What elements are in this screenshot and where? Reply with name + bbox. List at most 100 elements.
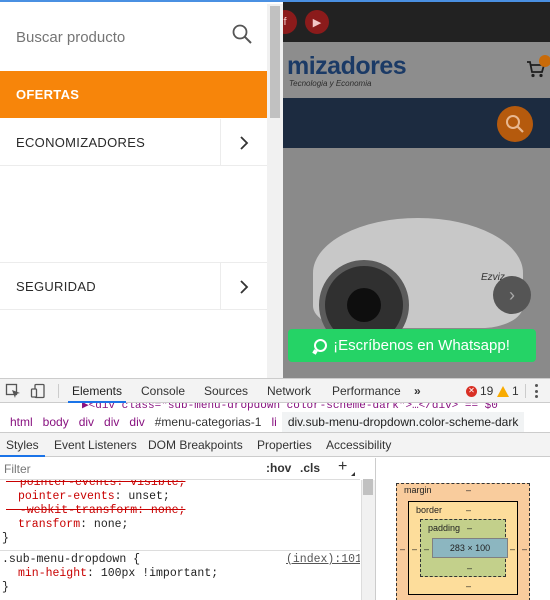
styles-filter-input[interactable]	[0, 459, 258, 478]
search-icon	[506, 115, 524, 133]
mobile-menu-panel: OFERTAS ECONOMIZADORES SEGURIDAD	[0, 2, 283, 378]
chevron-right-icon	[240, 135, 249, 150]
menu-item-label: ECONOMIZADORES	[16, 134, 146, 150]
warning-count: 1	[512, 384, 519, 398]
submenu-toggle[interactable]	[220, 119, 267, 166]
error-count: 19	[480, 384, 494, 398]
border-left-value[interactable]: –	[412, 544, 417, 554]
youtube-icon[interactable]: ▶	[305, 10, 329, 34]
website-viewport: f ▶ mizadores Tecnologia y Economia Ezvi…	[0, 0, 550, 378]
subtab-properties[interactable]: Properties	[257, 433, 312, 457]
hov-toggle[interactable]: :hov	[266, 461, 291, 475]
menu-item-economizadores[interactable]: ECONOMIZADORES	[0, 119, 267, 166]
css-property: min-height	[18, 567, 88, 580]
breadcrumb-item[interactable]: li	[266, 415, 281, 429]
border-top-value[interactable]: –	[466, 505, 471, 515]
inspect-element-icon[interactable]	[5, 383, 21, 399]
tab-sources[interactable]: Sources	[204, 379, 248, 403]
margin-left-value[interactable]: –	[400, 544, 405, 554]
warning-icon	[497, 385, 509, 397]
menu-search-bar	[0, 4, 267, 71]
toolbar-separator	[525, 384, 526, 398]
menu-item-ofertas[interactable]: OFERTAS	[0, 71, 267, 118]
pane-splitter[interactable]	[375, 458, 376, 600]
css-declaration[interactable]: pointer-events: visible;	[6, 480, 186, 490]
css-property: pointer-events	[18, 490, 115, 503]
toolbar-separator	[58, 384, 59, 398]
menu-search-input[interactable]	[16, 29, 216, 46]
search-icon[interactable]	[232, 24, 252, 44]
css-declaration[interactable]: pointer-events: unset;	[18, 490, 170, 504]
css-rule-close: }	[2, 581, 9, 594]
tab-performance[interactable]: Performance	[332, 379, 401, 403]
whatsapp-button-label: ¡Escríbenos en Whatsapp!	[333, 337, 510, 354]
warning-count-badge[interactable]: 1	[497, 384, 519, 398]
chevron-right-icon	[240, 279, 249, 294]
tab-network[interactable]: Network	[267, 379, 311, 403]
styles-filter-bar: :hov .cls +	[0, 458, 360, 480]
error-count-badge[interactable]: ✕ 19	[466, 384, 493, 398]
box-model-content[interactable]: 283 × 100	[432, 538, 508, 558]
new-style-rule-menu-icon	[351, 472, 355, 476]
site-slogan: Tecnologia y Economia	[289, 79, 372, 88]
margin-right-value[interactable]: –	[522, 544, 527, 554]
whatsapp-icon	[314, 339, 328, 352]
more-options-icon[interactable]	[534, 384, 538, 398]
border-bottom-value[interactable]: –	[466, 581, 471, 591]
padding-bottom-value[interactable]: –	[467, 563, 472, 573]
new-style-rule-button[interactable]: +	[338, 458, 347, 476]
more-tabs-button[interactable]: »	[414, 379, 421, 403]
breadcrumb: html body div div div #menu-categorias-1…	[0, 411, 550, 433]
tab-console[interactable]: Console	[141, 379, 185, 403]
breadcrumb-item[interactable]: div	[99, 415, 124, 429]
slider-next-button[interactable]: ›	[493, 276, 531, 314]
box-model-margin-label: margin	[404, 485, 432, 495]
top-bar: f ▶	[273, 2, 550, 42]
css-declaration[interactable]: min-height: 100px !important;	[18, 567, 218, 581]
padding-left-value[interactable]: –	[424, 544, 429, 554]
breadcrumb-item[interactable]: #menu-categorias-1	[150, 415, 267, 429]
css-value: : none;	[80, 518, 129, 531]
breadcrumb-item[interactable]: body	[38, 415, 74, 429]
dom-tree-selected-line[interactable]: ▶<div class="sub-menu-dropdown color-sch…	[0, 403, 550, 411]
subtab-accessibility[interactable]: Accessibility	[326, 433, 391, 457]
devtools-panel: Elements Console Sources Network Perform…	[0, 378, 550, 600]
cls-toggle[interactable]: .cls	[300, 461, 320, 475]
styles-pane: pointer-events: visible; pointer-events:…	[0, 480, 360, 600]
css-source-link[interactable]: (index):101	[286, 553, 360, 567]
subtab-event-listeners[interactable]: Event Listeners	[54, 433, 137, 457]
menu-scrollbar-thumb[interactable]	[270, 6, 280, 118]
menu-item-label: OFERTAS	[16, 87, 80, 102]
border-right-value[interactable]: –	[510, 544, 515, 554]
menu-item-seguridad[interactable]: SEGURIDAD	[0, 263, 267, 310]
css-selector[interactable]: .sub-menu-dropdown {	[2, 553, 140, 567]
breadcrumb-item[interactable]: html	[5, 415, 38, 429]
breadcrumb-item[interactable]: div	[124, 415, 149, 429]
styles-scrollbar-thumb[interactable]	[363, 479, 373, 495]
submenu-toggle[interactable]	[220, 263, 267, 310]
cart-count-badge	[539, 55, 550, 67]
margin-top-value[interactable]: –	[466, 485, 471, 495]
site-logo[interactable]: mizadores	[287, 52, 407, 81]
tab-elements[interactable]: Elements	[68, 379, 126, 403]
elements-subtabs: Styles Event Listeners DOM Breakpoints P…	[0, 433, 550, 457]
subtab-styles[interactable]: Styles	[0, 433, 45, 457]
page-background-overlay[interactable]: f ▶ mizadores Tecnologia y Economia Ezvi…	[273, 2, 550, 378]
screen: f ▶ mizadores Tecnologia y Economia Ezvi…	[0, 0, 550, 600]
css-value: : 100px !important;	[87, 567, 219, 580]
padding-top-value[interactable]: –	[467, 523, 472, 533]
css-declaration[interactable]: transform: none;	[18, 518, 128, 532]
site-header: mizadores Tecnologia y Economia	[283, 42, 550, 98]
css-property: transform	[18, 518, 81, 531]
css-rule-close: }	[2, 532, 9, 545]
css-declaration[interactable]: -webkit-transform: none;	[6, 504, 186, 518]
styles-scrollbar[interactable]	[361, 480, 375, 600]
camera-lens	[347, 288, 381, 322]
site-search-button[interactable]	[497, 106, 533, 142]
breadcrumb-item[interactable]: div	[74, 415, 99, 429]
subtab-dom-breakpoints[interactable]: DOM Breakpoints	[148, 433, 243, 457]
whatsapp-button[interactable]: ¡Escríbenos en Whatsapp!	[288, 329, 536, 362]
device-toolbar-icon[interactable]	[30, 383, 46, 399]
breadcrumb-item-selected[interactable]: div.sub-menu-dropdown.color-scheme-dark	[281, 411, 525, 432]
css-value: : unset;	[114, 490, 170, 503]
